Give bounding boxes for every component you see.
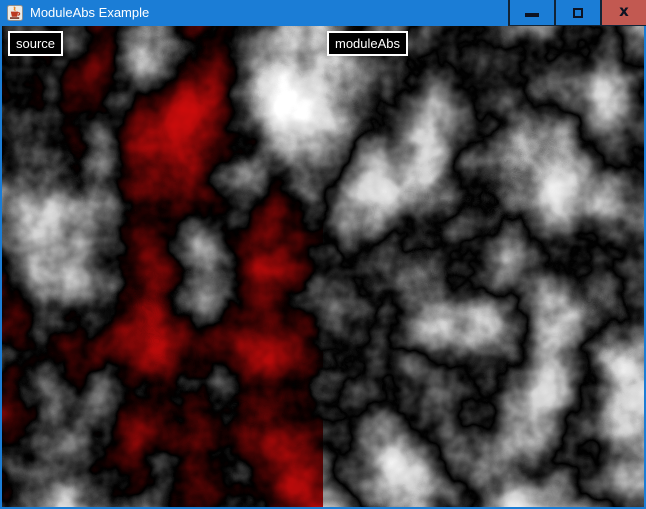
titlebar[interactable]: ModuleAbs Example x [0, 0, 646, 26]
maximize-button[interactable] [554, 0, 600, 26]
window-title: ModuleAbs Example [30, 0, 508, 26]
app-window: ModuleAbs Example x source moduleAbs [0, 0, 646, 509]
close-icon: x [619, 4, 629, 19]
moduleabs-label: moduleAbs [327, 31, 408, 56]
minimize-button[interactable] [508, 0, 554, 26]
render-area: source moduleAbs [2, 26, 644, 507]
window-controls: x [508, 0, 646, 26]
source-label: source [8, 31, 63, 56]
close-button[interactable]: x [600, 0, 646, 26]
java-coffee-icon [7, 5, 23, 21]
minimize-icon [525, 13, 539, 17]
maximize-icon [573, 8, 583, 18]
